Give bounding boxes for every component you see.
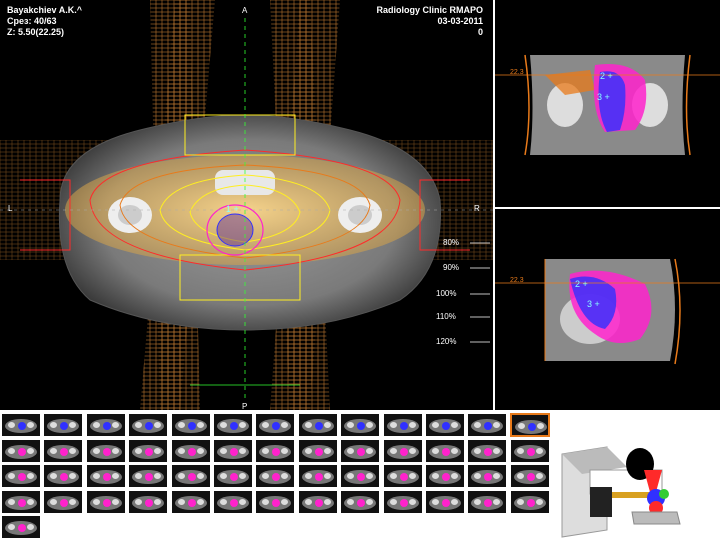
slice-thumbnail[interactable] [382,413,423,437]
beam-3d-canvas[interactable] [552,412,720,540]
slice-thumbnail[interactable] [170,438,211,463]
slice-thumbnail[interactable] [297,464,338,489]
slice-thumbnail[interactable] [297,438,338,463]
slice-thumbnail[interactable] [43,438,84,463]
slice-thumbnail[interactable] [85,438,126,463]
slice-thumbnail[interactable] [255,489,296,514]
slice-thumbnail[interactable] [297,489,338,514]
slice-thumbnail[interactable] [1,464,41,489]
isodose-legend-80: 80% [443,238,460,247]
slice-thumbnail[interactable] [43,413,84,437]
sagittal-isocenter-3[interactable]: 3 + [587,299,600,309]
patient-name: Bayakchiev A.K.^ [7,5,82,15]
slice-thumbnail[interactable] [509,464,550,489]
slice-thumbnail[interactable] [509,489,550,514]
orientation-anterior: A [242,6,248,15]
slice-thumbnail[interactable] [382,464,423,489]
ctv-contour [216,213,254,247]
slice-thumbnail[interactable] [170,489,211,514]
slice-thumbnail[interactable] [170,464,211,489]
slice-thumbnail[interactable] [213,489,253,514]
slice-counter: Срез: 40/63 [7,16,57,26]
slice-thumbnail[interactable] [425,413,465,437]
isodose-legend-110: 110% [436,312,456,321]
slice-thumbnail[interactable] [340,464,381,489]
coronal-isocenter-3[interactable]: 3 + [597,92,610,102]
z-position: Z: 5.50(22.25) [7,27,65,37]
isocenter-marker[interactable]: 1 + [226,204,239,214]
sagittal-ct-canvas[interactable] [495,209,720,410]
coronal-ct-canvas[interactable] [495,0,720,207]
slice-thumbnail[interactable] [85,464,126,489]
orientation-left: L [8,204,13,213]
coronal-slice-position: 22.3 [510,69,524,76]
slice-thumbnail[interactable] [85,489,126,514]
slice-thumbnail[interactable] [213,438,253,463]
slice-thumbnail[interactable] [467,413,508,437]
slice-thumbnail[interactable] [255,464,296,489]
slice-thumbnail[interactable] [128,489,169,514]
slice-thumbnail[interactable] [297,413,338,437]
slice-thumbnail[interactable] [509,413,550,437]
slice-thumbnail[interactable] [340,438,381,463]
slice-thumbnail[interactable] [1,438,41,463]
slice-thumbnail[interactable] [382,438,423,463]
frame-index: 0 [477,27,483,37]
slice-thumbnail[interactable] [425,438,465,463]
slice-thumbnail[interactable] [1,515,41,540]
coronal-ct-view[interactable]: 22.3 2 + 3 + [495,0,720,207]
slice-thumbnail-strip[interactable] [0,412,552,540]
slice-thumbnail[interactable] [467,464,508,489]
slice-thumbnail[interactable] [43,489,84,514]
isodose-legend-120: 120% [436,337,457,346]
orientation-posterior: P [242,402,248,410]
slice-thumbnail[interactable] [382,489,423,514]
slice-thumbnail[interactable] [128,438,169,463]
slice-thumbnail[interactable] [213,413,253,437]
slice-thumbnail[interactable] [255,438,296,463]
slice-thumbnail[interactable] [467,438,508,463]
slice-thumbnail[interactable] [425,489,465,514]
slice-thumbnail[interactable] [340,489,381,514]
study-date: 03-03-2011 [437,16,483,26]
slice-thumbnail[interactable] [170,413,211,437]
orientation-right: R [474,204,480,213]
slice-thumbnail[interactable] [128,464,169,489]
isodose-legend-100: 100% [436,289,457,298]
slice-thumbnail[interactable] [1,489,41,514]
slice-thumbnail[interactable] [255,413,296,437]
slice-thumbnail[interactable] [43,464,84,489]
coronal-isocenter-2[interactable]: 2 + [600,71,613,81]
slice-thumbnail[interactable] [1,413,41,437]
beam-3d-render[interactable] [552,412,720,540]
axial-ct-canvas[interactable] [0,0,493,410]
sagittal-isocenter-2[interactable]: 2 + [575,279,588,289]
axial-ct-view[interactable]: Bayakchiev A.K.^ Срез: 40/63 Z: 5.50(22.… [0,0,493,410]
slice-thumbnail[interactable] [340,413,381,437]
clinic-name: Radiology Clinic RMAPO [376,5,483,15]
slice-thumbnail[interactable] [85,413,126,437]
slice-thumbnail[interactable] [467,489,508,514]
slice-thumbnail[interactable] [213,464,253,489]
isodose-legend-90: 90% [443,263,460,272]
sagittal-slice-position: 22.3 [510,277,524,284]
slice-thumbnail[interactable] [425,464,465,489]
sagittal-ct-view[interactable]: 22.3 2 + 3 + [495,209,720,410]
slice-thumbnail[interactable] [128,413,169,437]
slice-thumbnail[interactable] [509,438,550,463]
